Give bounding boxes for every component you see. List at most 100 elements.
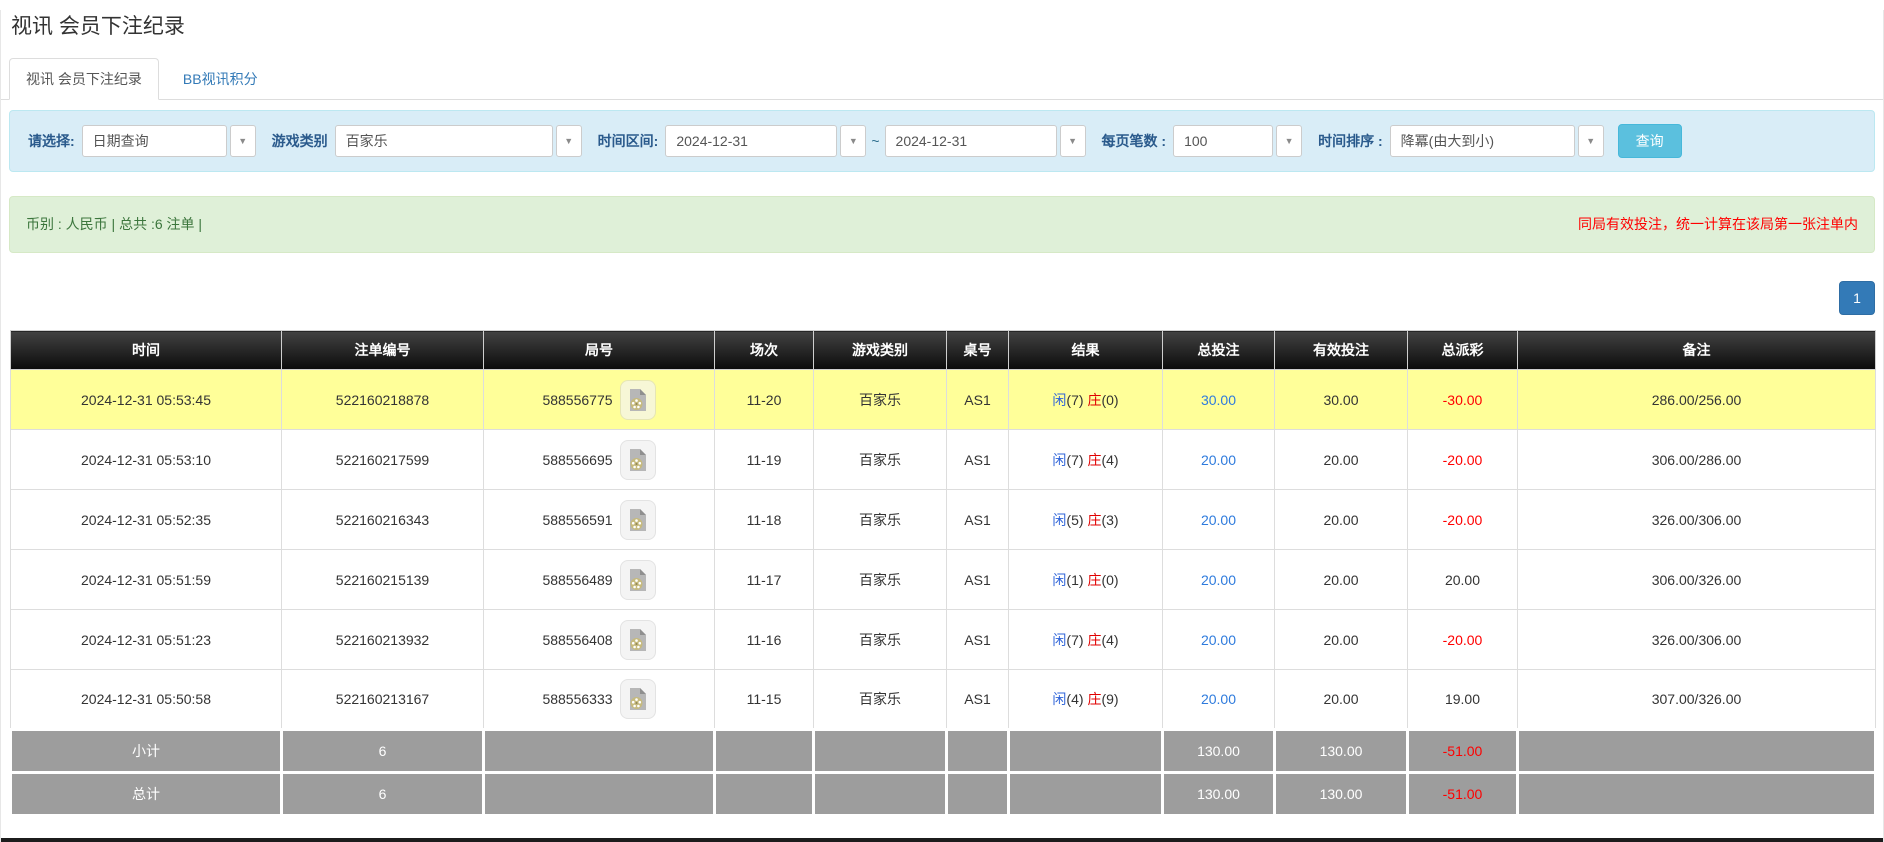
- total-label: 总计: [11, 773, 282, 816]
- chevron-down-icon: ▼: [1578, 125, 1604, 157]
- video-replay-button[interactable]: [620, 440, 656, 480]
- cell-remark: 286.00/256.00: [1518, 370, 1876, 430]
- tab-video-bet-records[interactable]: 视讯 会员下注纪录: [9, 58, 159, 100]
- cell-payout: 20.00: [1408, 550, 1518, 610]
- subtotal-label: 小计: [11, 730, 282, 773]
- game-type-value: 百家乐: [335, 125, 553, 157]
- cell-time: 2024-12-31 05:51:59: [11, 550, 282, 610]
- cell-result: 闲(7) 庄(4): [1009, 610, 1163, 670]
- total-bet-link[interactable]: 20.00: [1201, 691, 1236, 707]
- table-row: 2024-12-31 05:52:35 522160216343 5885565…: [11, 490, 1876, 550]
- video-replay-button[interactable]: [620, 500, 656, 540]
- game-type-select[interactable]: 百家乐 ▼: [335, 125, 582, 157]
- result-banker-label: 庄: [1087, 691, 1101, 707]
- col-header-total-bet: 总投注: [1163, 331, 1275, 370]
- result-banker-value: (9): [1101, 691, 1118, 707]
- date-from-select[interactable]: 2024-12-31 ▼: [665, 125, 866, 157]
- cell-table-no: AS1: [947, 490, 1009, 550]
- video-replay-button[interactable]: [620, 380, 656, 420]
- chevron-down-icon: ▼: [1060, 125, 1086, 157]
- page-container: 视讯 会员下注纪录 视讯 会员下注纪录 BB视讯积分 请选择: 日期查询 ▼ 游…: [1, 10, 1883, 817]
- cell-payout: 19.00: [1408, 670, 1518, 730]
- table-header-row: 时间 注单编号 局号 场次 游戏类别 桌号 结果 总投注 有效投注 总派彩 备注: [11, 331, 1876, 370]
- cell-table-no: AS1: [947, 430, 1009, 490]
- total-payout: -51.00: [1408, 773, 1518, 816]
- cell-result: 闲(1) 庄(0): [1009, 550, 1163, 610]
- video-file-icon: [628, 388, 648, 412]
- cell-result: 闲(7) 庄(4): [1009, 430, 1163, 490]
- cell-game-type: 百家乐: [814, 670, 947, 730]
- video-replay-button[interactable]: [620, 620, 656, 660]
- currency-total-text: 币别 : 人民币 | 总共 :6 注单 |: [26, 215, 202, 234]
- col-header-remark: 备注: [1518, 331, 1876, 370]
- total-bet-link[interactable]: 30.00: [1201, 392, 1236, 408]
- query-button[interactable]: 查询: [1618, 124, 1682, 158]
- cell-remark: 306.00/286.00: [1518, 430, 1876, 490]
- cell-total-bet: 20.00: [1163, 550, 1275, 610]
- round-id-text: 588556333: [542, 691, 612, 707]
- date-to-select[interactable]: 2024-12-31 ▼: [885, 125, 1086, 157]
- total-bet-link[interactable]: 20.00: [1201, 572, 1236, 588]
- table-row: 2024-12-31 05:50:58 522160213167 5885563…: [11, 670, 1876, 730]
- cell-total-bet: 20.00: [1163, 670, 1275, 730]
- col-header-game-type: 游戏类别: [814, 331, 947, 370]
- result-banker-value: (0): [1101, 392, 1118, 408]
- chevron-down-icon: ▼: [1276, 125, 1302, 157]
- result-player-label: 闲: [1052, 452, 1066, 468]
- cell-session: 11-16: [715, 610, 814, 670]
- cell-game-type: 百家乐: [814, 430, 947, 490]
- total-total-bet: 130.00: [1163, 773, 1275, 816]
- date-range-tilde: ~: [871, 133, 879, 149]
- video-replay-button[interactable]: [620, 560, 656, 600]
- page-size-select[interactable]: 100 ▼: [1173, 125, 1302, 157]
- cell-payout: -20.00: [1408, 610, 1518, 670]
- col-header-valid-bet: 有效投注: [1275, 331, 1408, 370]
- tab-bb-video-points[interactable]: BB视讯积分: [167, 59, 274, 99]
- cell-session: 11-19: [715, 430, 814, 490]
- time-range-label: 时间区间:: [598, 131, 659, 151]
- cell-table-no: AS1: [947, 370, 1009, 430]
- cell-valid-bet: 20.00: [1275, 610, 1408, 670]
- sort-select[interactable]: 降冪(由大到小) ▼: [1390, 125, 1604, 157]
- cell-valid-bet: 20.00: [1275, 550, 1408, 610]
- total-bet-link[interactable]: 20.00: [1201, 512, 1236, 528]
- cell-game-type: 百家乐: [814, 370, 947, 430]
- total-count: 6: [282, 773, 484, 816]
- result-banker-value: (4): [1101, 452, 1118, 468]
- cell-table-no: AS1: [947, 610, 1009, 670]
- result-banker-label: 庄: [1087, 512, 1101, 528]
- total-bet-link[interactable]: 20.00: [1201, 452, 1236, 468]
- result-banker-value: (0): [1101, 572, 1118, 588]
- result-player-value: (5): [1066, 512, 1083, 528]
- video-replay-button[interactable]: [620, 679, 656, 719]
- cell-total-bet: 20.00: [1163, 610, 1275, 670]
- result-banker-label: 庄: [1087, 452, 1101, 468]
- chevron-down-icon: ▼: [840, 125, 866, 157]
- sort-label: 时间排序 :: [1318, 131, 1383, 151]
- chevron-down-icon: ▼: [230, 125, 256, 157]
- table-row: 2024-12-31 05:51:23 522160213932 5885564…: [11, 610, 1876, 670]
- cell-session: 11-17: [715, 550, 814, 610]
- round-id-text: 588556695: [542, 452, 612, 468]
- select-type-label: 请选择:: [28, 131, 75, 151]
- valid-bet-notice-text: 同局有效投注，统一计算在该局第一张注单内: [1578, 215, 1858, 234]
- col-header-result: 结果: [1009, 331, 1163, 370]
- subtotal-valid-bet: 130.00: [1275, 730, 1408, 773]
- result-banker-value: (3): [1101, 512, 1118, 528]
- cell-valid-bet: 20.00: [1275, 490, 1408, 550]
- cell-remark: 326.00/306.00: [1518, 610, 1876, 670]
- cell-round-id: 588556408: [484, 610, 715, 670]
- result-player-label: 闲: [1052, 392, 1066, 408]
- subtotal-row: 小计 6 130.00 130.00 -51.00: [11, 730, 1876, 773]
- cell-game-type: 百家乐: [814, 610, 947, 670]
- cell-bet-id: 522160216343: [282, 490, 484, 550]
- total-bet-link[interactable]: 20.00: [1201, 632, 1236, 648]
- col-header-session: 场次: [715, 331, 814, 370]
- cell-valid-bet: 30.00: [1275, 370, 1408, 430]
- subtotal-payout: -51.00: [1408, 730, 1518, 773]
- result-player-value: (4): [1066, 691, 1083, 707]
- pagination-page-1-button[interactable]: 1: [1839, 281, 1875, 315]
- pagination: 1: [9, 281, 1875, 315]
- col-header-payout: 总派彩: [1408, 331, 1518, 370]
- query-type-select[interactable]: 日期查询 ▼: [82, 125, 256, 157]
